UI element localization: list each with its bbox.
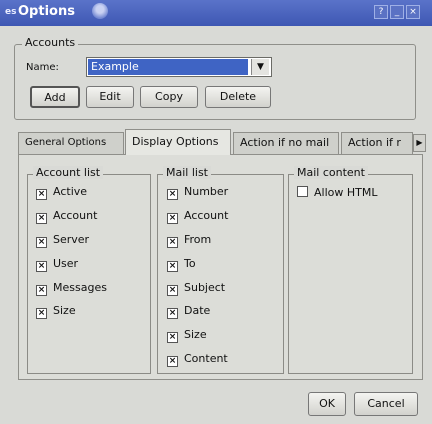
edit-button[interactable]: Edit (86, 86, 134, 108)
checkbox-label: Allow HTML (314, 186, 378, 199)
checkbox[interactable]: × (36, 308, 47, 319)
checkbox-label: Size (184, 328, 207, 341)
tab-action-if-no-mail[interactable]: Action if no mail (233, 132, 339, 154)
checkbox-label: Size (53, 304, 76, 317)
account-list-item-active[interactable]: × Active (36, 185, 87, 201)
checkbox[interactable]: × (36, 189, 47, 200)
account-list-item-size[interactable]: × Size (36, 304, 76, 320)
checkbox[interactable]: × (36, 261, 47, 272)
add-button[interactable]: Add (30, 86, 80, 108)
dropdown-arrow-icon[interactable]: ▼ (251, 59, 269, 75)
account-list-group (27, 174, 151, 374)
checkbox[interactable] (297, 186, 308, 197)
cancel-button[interactable]: Cancel (354, 392, 418, 416)
checkbox[interactable]: × (36, 285, 47, 296)
checkbox[interactable]: × (167, 308, 178, 319)
mail-content-group (288, 174, 413, 374)
account-list-legend: Account list (33, 166, 104, 179)
accounts-group (14, 44, 416, 120)
name-label: Name: (26, 62, 59, 73)
mail-list-item-subject[interactable]: × Subject (167, 281, 225, 297)
mail-list-item-content[interactable]: × Content (167, 352, 228, 368)
account-list-item-messages[interactable]: × Messages (36, 281, 107, 297)
accounts-legend: Accounts (22, 36, 79, 49)
delete-button[interactable]: Delete (205, 86, 271, 108)
account-select-value[interactable]: Example (88, 59, 248, 75)
checkbox[interactable]: × (167, 261, 178, 272)
checkbox-label: User (53, 257, 79, 270)
checkbox-label: Active (53, 185, 88, 198)
chevron-right-icon[interactable]: ▶ (413, 134, 426, 152)
mail-content-item-allow-html[interactable]: Allow HTML (297, 186, 377, 202)
tab-display-options[interactable]: Display Options (125, 129, 231, 155)
checkbox[interactable]: × (167, 237, 178, 248)
checkbox[interactable]: × (167, 213, 178, 224)
checkbox-label: Number (184, 185, 229, 198)
mail-list-item-account[interactable]: × Account (167, 209, 228, 225)
app-icon: es (5, 7, 17, 17)
mail-list-item-date[interactable]: × Date (167, 304, 210, 320)
tab-action-if-r[interactable]: Action if r (341, 132, 413, 154)
checkbox-label: From (184, 233, 212, 246)
checkbox-label: Subject (184, 281, 226, 294)
window-title: Options (18, 4, 75, 19)
account-list-item-server[interactable]: × Server (36, 233, 89, 249)
help-button[interactable]: ? (374, 5, 388, 19)
mail-list-item-number[interactable]: × Number (167, 185, 228, 201)
mail-list-item-size[interactable]: × Size (167, 328, 207, 344)
mail-list-item-to[interactable]: × To (167, 257, 196, 273)
ok-button[interactable]: OK (308, 392, 346, 416)
checkbox-label: Account (184, 209, 229, 222)
checkbox[interactable]: × (167, 356, 178, 367)
checkbox-label: Messages (53, 281, 107, 294)
tab-general-options[interactable]: General Options (18, 132, 124, 154)
checkbox-label: Account (53, 209, 98, 222)
minimize-button[interactable]: _ (390, 5, 404, 19)
mail-content-legend: Mail content (294, 166, 368, 179)
checkbox-label: Date (184, 304, 211, 317)
close-button[interactable]: × (406, 5, 420, 19)
account-list-item-account[interactable]: × Account (36, 209, 97, 225)
checkbox-label: Server (53, 233, 90, 246)
checkbox-label: Content (184, 352, 228, 365)
title-logo-icon (92, 3, 108, 19)
mail-list-group (157, 174, 284, 374)
copy-button[interactable]: Copy (140, 86, 198, 108)
checkbox-label: To (184, 257, 196, 270)
account-list-item-user[interactable]: × User (36, 257, 78, 273)
checkbox[interactable]: × (36, 237, 47, 248)
mail-list-legend: Mail list (163, 166, 211, 179)
checkbox[interactable]: × (167, 285, 178, 296)
mail-list-item-from[interactable]: × From (167, 233, 211, 249)
checkbox[interactable]: × (167, 189, 178, 200)
checkbox[interactable]: × (167, 332, 178, 343)
checkbox[interactable]: × (36, 213, 47, 224)
